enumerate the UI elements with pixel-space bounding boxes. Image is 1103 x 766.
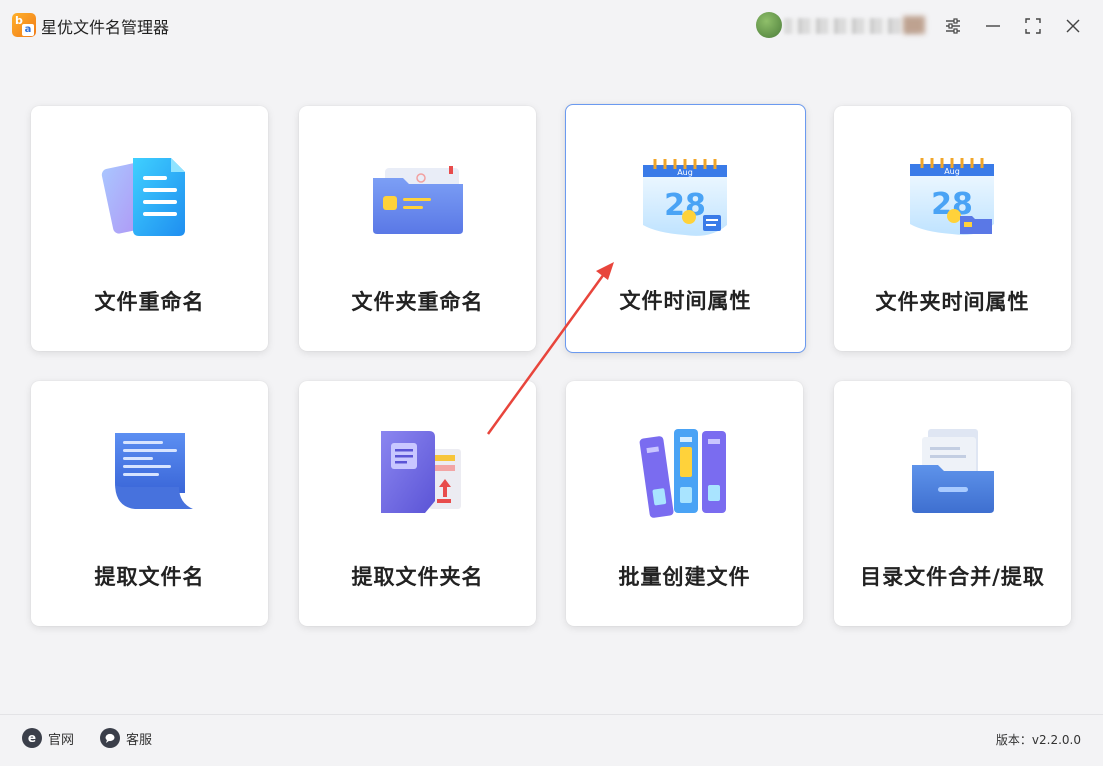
app-logo-icon: ba (12, 13, 36, 37)
website-label: 官网 (48, 732, 75, 748)
card-folder-time[interactable]: Aug 28 文件夹时间属性 (834, 106, 1071, 351)
version-text: 版本：v2.2.0.0 (995, 733, 1081, 747)
card-folder-rename[interactable]: 文件夹重命名 (299, 106, 536, 351)
card-extract-filename[interactable]: 提取文件名 (31, 381, 268, 626)
scroll-icon (114, 433, 193, 509)
settings-icon (946, 18, 960, 34)
support-label: 客服 (126, 732, 153, 748)
close-button[interactable] (1059, 12, 1087, 40)
close-icon (1066, 19, 1080, 33)
card-file-rename[interactable]: 文件重命名 (31, 106, 268, 351)
minimize-icon (986, 25, 1000, 27)
card-file-time[interactable]: Aug 28 文件时间属性 (565, 104, 806, 353)
maximize-button[interactable] (1019, 12, 1047, 40)
support-link[interactable]: 客服 (100, 728, 152, 748)
folder-icon (372, 166, 463, 234)
binders-icon (639, 429, 726, 518)
card-label: 提取文件夹名 (351, 565, 484, 589)
book-export-icon (380, 431, 461, 513)
calendar-folder-icon: Aug 28 (909, 158, 994, 235)
footer-bar: e 官网 客服 版本：v2.2.0.0 (0, 714, 1103, 766)
app-title: 星优文件名管理器 (41, 18, 170, 37)
chat-icon (100, 728, 120, 748)
avatar[interactable] (756, 12, 782, 38)
website-link[interactable]: e 官网 (22, 728, 74, 748)
calendar-month: Aug (677, 168, 693, 177)
card-label: 提取文件名 (94, 565, 205, 589)
card-dir-merge[interactable]: 目录文件合并/提取 (834, 381, 1071, 626)
calendar-icon: Aug 28 (642, 159, 727, 236)
card-label: 批量创建文件 (618, 565, 751, 589)
user-name-redacted (784, 18, 919, 34)
card-label: 文件重命名 (94, 290, 205, 314)
card-label: 文件时间属性 (619, 289, 752, 313)
user-account[interactable] (756, 12, 926, 40)
card-label: 文件夹时间属性 (875, 290, 1030, 314)
card-label: 文件夹重命名 (351, 290, 484, 314)
title-bar: ba 星优文件名管理器 (0, 0, 1103, 52)
browser-icon: e (22, 728, 42, 748)
settings-button[interactable] (939, 12, 967, 40)
card-extract-foldername[interactable]: 提取文件夹名 (299, 381, 536, 626)
maximize-icon (1025, 18, 1041, 34)
card-batch-create[interactable]: 批量创建文件 (566, 381, 803, 626)
calendar-month: Aug (944, 167, 960, 176)
documents-icon (101, 158, 185, 236)
file-drawer-icon (911, 429, 994, 513)
card-label: 目录文件合并/提取 (860, 565, 1045, 589)
minimize-button[interactable] (979, 12, 1007, 40)
